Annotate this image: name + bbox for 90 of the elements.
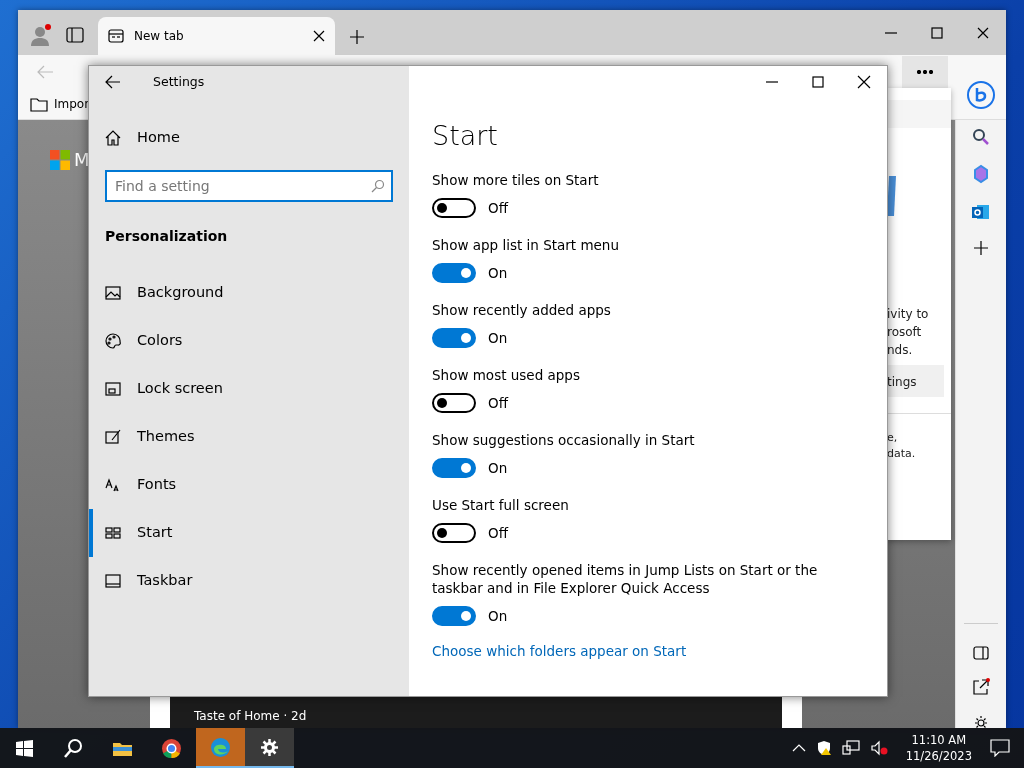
minimize-icon — [885, 31, 897, 34]
toggle-switch[interactable] — [432, 198, 476, 218]
menu-button[interactable]: tings — [887, 365, 944, 397]
notification-icon[interactable] — [990, 739, 1010, 757]
toggle-state: On — [488, 328, 508, 348]
maximize-icon — [812, 76, 824, 88]
toggle-state: Off — [488, 523, 508, 543]
four-squares-logo — [50, 149, 70, 170]
windows-logo-icon — [14, 737, 35, 759]
minimize-icon — [766, 81, 778, 83]
gear-icon — [259, 736, 280, 758]
fonts-icon — [105, 477, 121, 493]
toggle-switch[interactable] — [432, 393, 476, 413]
setting-label: Show more tiles on Start — [432, 171, 600, 189]
toggle-switch[interactable] — [432, 523, 476, 543]
nav-item[interactable]: Colors — [89, 317, 393, 365]
setting-label: Show recently opened items in Jump Lists on Start or the taskbar and in File Explorer Quick Access — [432, 561, 819, 597]
profile-icon[interactable] — [30, 23, 52, 47]
network-icon[interactable] — [841, 740, 860, 756]
folder-icon — [30, 95, 48, 112]
speaker-icon[interactable] — [869, 740, 888, 756]
nav-item[interactable]: Lock screen — [89, 365, 393, 413]
section-heading: Personalization — [105, 227, 229, 246]
setting-label: Show recently added apps — [432, 301, 612, 319]
toggle-state: On — [488, 606, 508, 626]
toggle-switch[interactable] — [432, 458, 476, 478]
close-icon[interactable] — [313, 30, 325, 42]
gear-icon[interactable] — [973, 714, 989, 728]
themes-icon — [105, 429, 121, 445]
round-logo-icon — [161, 737, 182, 759]
toggle-state: Off — [488, 393, 508, 413]
background-icon — [105, 285, 121, 301]
tabs-icon[interactable] — [66, 27, 84, 43]
browser-tab[interactable]: New tab — [98, 17, 335, 55]
sidebar-panel-icon[interactable] — [973, 646, 989, 660]
start-icon — [105, 525, 121, 541]
search-icon[interactable] — [972, 128, 990, 146]
nav-item[interactable]: Fonts — [89, 461, 393, 509]
search-icon — [63, 737, 84, 759]
home-icon — [105, 130, 121, 146]
tab-title: New tab — [134, 28, 185, 45]
toggle-switch[interactable] — [432, 606, 476, 626]
more-icon — [917, 69, 933, 74]
folders-link[interactable]: Choose which folders appear on Start — [432, 641, 887, 662]
page-heading: Start — [432, 119, 499, 153]
nav-item[interactable]: Start — [89, 509, 393, 557]
menu-note-line: e, — [887, 430, 899, 446]
taskbar-icon — [105, 573, 121, 589]
setting-label: Show app list in Start menu — [432, 236, 620, 254]
maximize-icon — [931, 26, 943, 39]
setting-label: Use Start full screen — [432, 496, 570, 514]
logo-text: M — [74, 148, 90, 172]
shield-icon[interactable] — [815, 740, 832, 756]
more-button[interactable] — [902, 55, 948, 88]
setting-label: Show most used apps — [432, 366, 581, 384]
chat-bubble-icon[interactable] — [966, 80, 996, 110]
home-link[interactable]: Home — [89, 114, 393, 162]
nav-item[interactable]: Background — [89, 269, 393, 317]
menu-note-line: data. — [887, 446, 917, 462]
clock-date[interactable]: 11/26/2023 — [905, 748, 972, 764]
toggle-switch[interactable] — [432, 263, 476, 283]
search-field[interactable]: Find a setting — [105, 170, 393, 202]
nav-item[interactable]: Taskbar — [89, 557, 393, 605]
wave-logo-icon — [210, 736, 231, 758]
close-icon — [857, 75, 871, 89]
taskbar-app-button[interactable] — [245, 728, 294, 768]
favorite-link[interactable]: Impor — [54, 94, 90, 113]
window-title: Settings — [153, 72, 205, 91]
menu-text-line: nds. — [887, 342, 914, 359]
lock-icon — [105, 381, 121, 397]
close-icon — [977, 26, 989, 39]
toggle-state: On — [488, 263, 508, 283]
colors-icon — [105, 333, 121, 349]
menu-text-line: ivity to — [887, 306, 930, 323]
back-arrow-icon — [105, 75, 121, 89]
nav-item[interactable]: Themes — [89, 413, 393, 461]
plus-icon[interactable] — [973, 240, 989, 256]
setting-label: Show suggestions occasionally in Start — [432, 431, 696, 449]
mail-app-icon[interactable] — [971, 202, 991, 222]
clock-time[interactable]: 11:10 AM — [905, 732, 972, 748]
toggle-state: On — [488, 458, 508, 478]
chevron-up-icon[interactable] — [791, 743, 806, 753]
toggle-switch[interactable] — [432, 328, 476, 348]
search-icon — [371, 179, 385, 193]
menu-text-line: rosoft — [887, 324, 923, 341]
toggle-state: Off — [488, 198, 508, 218]
news-source: Taste of Home · 2d — [170, 697, 782, 728]
plus-icon[interactable] — [349, 29, 365, 45]
page-icon — [108, 29, 124, 43]
external-link-icon[interactable] — [972, 678, 990, 696]
